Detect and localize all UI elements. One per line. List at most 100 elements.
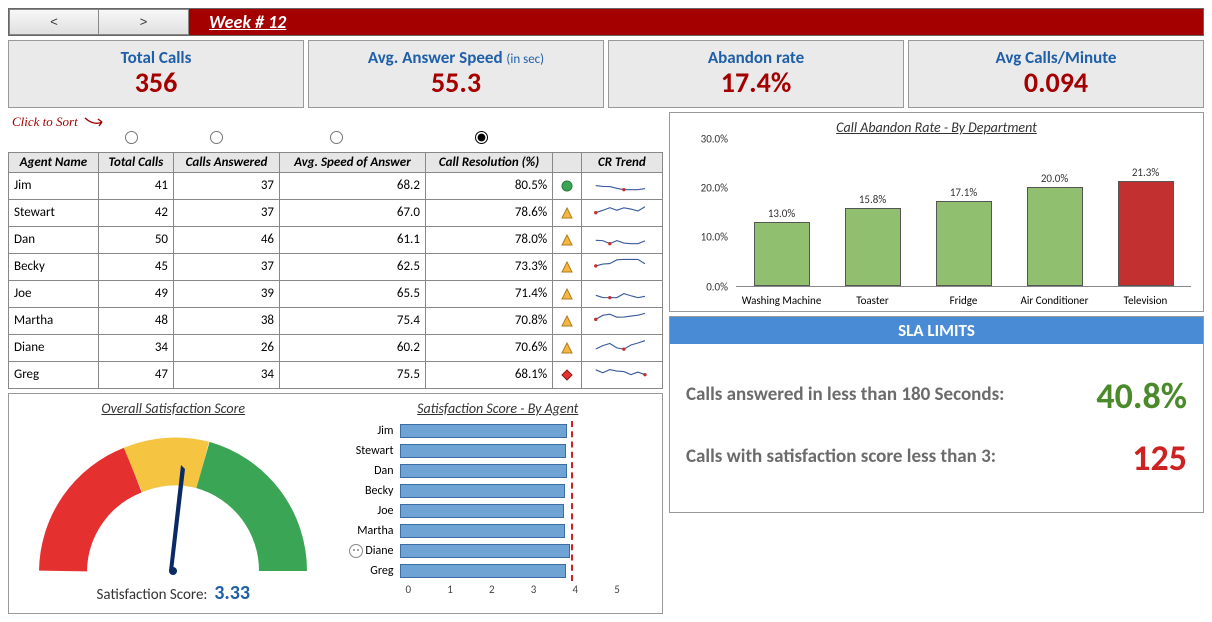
kpi-abandon-rate: Abandon rate 17.4% (608, 40, 904, 108)
agent-label: Greg (340, 564, 400, 578)
status-icon (553, 253, 582, 280)
satisfaction-bar-row: Dan (340, 461, 651, 481)
status-icon (553, 361, 582, 388)
sort-radio-calls-answered[interactable] (210, 131, 223, 144)
agent-total-calls: 48 (98, 307, 173, 334)
x-category: Toaster (833, 294, 913, 307)
agent-label: Joe (340, 504, 400, 518)
agent-calls-answered: 39 (174, 280, 280, 307)
agent-call-resolution: 70.6% (425, 334, 552, 361)
status-icon (553, 280, 582, 307)
bar-column: 17.1% (934, 186, 994, 285)
satisfaction-bar (400, 544, 570, 558)
sort-radio-row (8, 130, 663, 152)
sla-satisfaction-lt3-value: 125 (1132, 436, 1187, 480)
cr-trend-sparkline (581, 334, 662, 361)
axis-tick: 4 (573, 583, 615, 596)
abandon-rate-chart: Call Abandon Rate - By Department 13.0% 1… (669, 112, 1204, 312)
agent-call-resolution: 78.0% (425, 226, 552, 253)
satbars-axis: 012345 (406, 583, 657, 596)
agent-total-calls: 42 (98, 199, 173, 226)
agent-total-calls: 50 (98, 226, 173, 253)
satisfaction-bar (400, 444, 566, 458)
satisfaction-bar-row: Joe (340, 501, 651, 521)
x-category: Washing Machine (742, 294, 822, 307)
agent-avg-speed: 75.4 (280, 307, 426, 334)
gauge-title: Overall Satisfaction Score (15, 400, 332, 417)
kpi-avg-answer: Avg. Answer Speed (in sec) 55.3 (308, 40, 604, 108)
prev-week-button[interactable]: < (9, 9, 99, 35)
satisfaction-bar (400, 564, 566, 578)
agents-table: Agent NameTotal CallsCalls AnsweredAvg. … (8, 152, 663, 389)
cr-trend-sparkline (581, 280, 662, 307)
agent-calls-answered: 37 (174, 253, 280, 280)
agent-name: Diane (9, 334, 99, 361)
agent-avg-speed: 62.5 (280, 253, 426, 280)
agent-call-resolution: 78.6% (425, 199, 552, 226)
kpi-value: 55.3 (309, 68, 603, 99)
x-category: Air Conditioner (1015, 294, 1095, 307)
kpi-calls-per-minute: Avg Calls/Minute 0.094 (908, 40, 1204, 108)
table-row: Dan504661.178.0% (9, 226, 663, 253)
satisfaction-bar-row: Martha (340, 521, 651, 541)
satisfaction-bar-row: Jim (340, 421, 651, 441)
bar-value-label: 20.0% (1041, 172, 1068, 185)
bar-rect (1027, 187, 1083, 286)
agent-label: Jim (340, 424, 400, 438)
agent-call-resolution: 70.8% (425, 307, 552, 334)
bar-value-label: 21.3% (1132, 166, 1159, 179)
table-header: Avg. Speed of Answer (280, 152, 426, 172)
agent-avg-speed: 60.2 (280, 334, 426, 361)
cr-trend-sparkline (581, 199, 662, 226)
agent-total-calls: 45 (98, 253, 173, 280)
bar-value-label: 17.1% (950, 186, 977, 199)
week-scroll-group: < > (9, 9, 189, 35)
satisfaction-bar (400, 464, 567, 478)
agent-avg-speed: 61.1 (280, 226, 426, 253)
satbars-title: Satisfaction Score - By Agent (340, 400, 657, 417)
bar-column: 20.0% (1025, 172, 1085, 286)
y-tick: 0.0% (678, 280, 728, 293)
satisfaction-bar-row: Becky (340, 481, 651, 501)
sort-radio-total-calls[interactable] (125, 131, 138, 144)
agent-label: Martha (340, 524, 400, 538)
bar-column: 13.0% (752, 207, 812, 286)
abandon-chart-title: Call Abandon Rate - By Department (678, 119, 1195, 136)
satisfaction-score-line: Satisfaction Score: 3.33 (15, 581, 332, 605)
table-row: Jim413768.280.5% (9, 172, 663, 199)
agent-label: Stewart (340, 444, 400, 458)
sort-radio-avg-speed[interactable] (330, 131, 343, 144)
table-header: Total Calls (98, 152, 173, 172)
agent-total-calls: 47 (98, 361, 173, 388)
sla-panel: SLA LIMITS Calls answered in less than 1… (669, 316, 1204, 513)
agent-call-resolution: 68.1% (425, 361, 552, 388)
satisfaction-bar (400, 424, 568, 438)
y-tick: 10.0% (678, 231, 728, 244)
agent-label: Diane (340, 544, 400, 558)
satisfaction-bar-row: Diane (340, 541, 651, 561)
satisfaction-bar-row: Stewart (340, 441, 651, 461)
bar-rect (1118, 181, 1174, 286)
agent-total-calls: 34 (98, 334, 173, 361)
cr-trend-sparkline (581, 361, 662, 388)
y-tick: 20.0% (678, 182, 728, 195)
next-week-button[interactable]: > (99, 9, 189, 35)
table-row: Greg473475.568.1% (9, 361, 663, 388)
sort-radio-call-resolution[interactable] (475, 131, 488, 144)
table-row: Becky453762.573.3% (9, 253, 663, 280)
target-line (571, 421, 573, 581)
week-nav-bar: < > Week # 12 (8, 8, 1204, 36)
agent-total-calls: 49 (98, 280, 173, 307)
satisfaction-bars: Jim Stewart DanBecky Joe Martha Diane Greg (340, 421, 657, 581)
kpi-total-calls: Total Calls 356 (8, 40, 304, 108)
agent-name: Dan (9, 226, 99, 253)
y-tick: 30.0% (678, 132, 728, 145)
table-header: CR Trend (581, 152, 662, 172)
bar-rect (845, 208, 901, 286)
bar-rect (754, 222, 810, 286)
satisfaction-bar (400, 484, 565, 498)
table-header: Call Resolution (%) (425, 152, 552, 172)
sla-satisfaction-lt3-label: Calls with satisfaction score less than … (686, 446, 1120, 469)
agent-name: Jim (9, 172, 99, 199)
status-icon (553, 307, 582, 334)
